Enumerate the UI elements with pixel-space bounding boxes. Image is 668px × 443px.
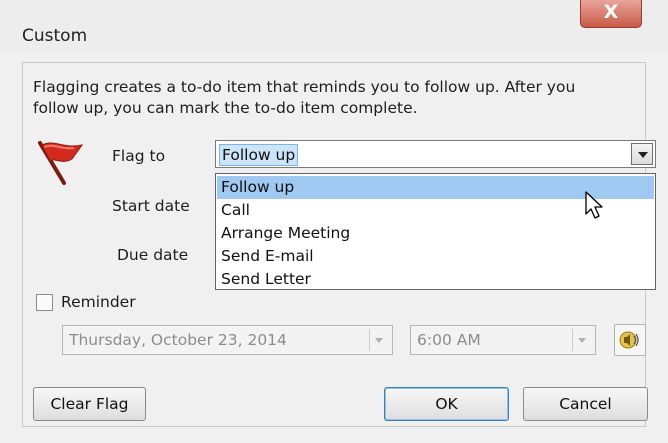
reminder-time-value: 6:00 AM bbox=[417, 331, 481, 349]
dropdown-option-arrange-meeting[interactable]: Arrange Meeting bbox=[217, 222, 654, 245]
dropdown-option-send-email[interactable]: Send E-mail bbox=[217, 245, 654, 268]
reminder-date-dropdown: Thursday, October 23, 2014 bbox=[62, 325, 393, 355]
dialog-title: Custom bbox=[22, 26, 88, 46]
reminder-sound-button[interactable] bbox=[614, 324, 646, 356]
title-bar: Custom X bbox=[0, 0, 668, 50]
description-text: Flagging creates a to-do item that remin… bbox=[33, 78, 576, 117]
dropdown-option-send-letter[interactable]: Send Letter bbox=[217, 268, 654, 291]
reminder-checkbox[interactable] bbox=[36, 294, 53, 311]
close-icon: X bbox=[603, 1, 619, 23]
flag-to-combobox[interactable]: Follow up bbox=[215, 140, 656, 168]
reminder-date-value: Thursday, October 23, 2014 bbox=[69, 331, 287, 349]
chevron-down-icon[interactable] bbox=[631, 143, 653, 165]
cancel-button[interactable]: Cancel bbox=[523, 387, 648, 421]
flag-icon bbox=[38, 141, 84, 185]
due-date-label: Due date bbox=[117, 246, 189, 264]
flag-to-label: Flag to bbox=[112, 147, 166, 165]
ok-button[interactable]: OK bbox=[384, 387, 509, 421]
chevron-down-icon bbox=[369, 329, 390, 351]
custom-dialog: Custom X Flagging creates a to-do item t… bbox=[0, 0, 668, 443]
start-date-label: Start date bbox=[112, 197, 190, 215]
mouse-cursor-icon bbox=[585, 191, 603, 219]
reminder-time-dropdown: 6:00 AM bbox=[410, 325, 596, 355]
reminder-label: Reminder bbox=[61, 293, 136, 311]
clear-flag-button[interactable]: Clear Flag bbox=[33, 387, 146, 421]
close-button[interactable]: X bbox=[580, 0, 642, 28]
sound-icon bbox=[619, 331, 639, 349]
flag-to-selected-value: Follow up bbox=[219, 144, 299, 166]
chevron-down-icon bbox=[572, 329, 593, 351]
